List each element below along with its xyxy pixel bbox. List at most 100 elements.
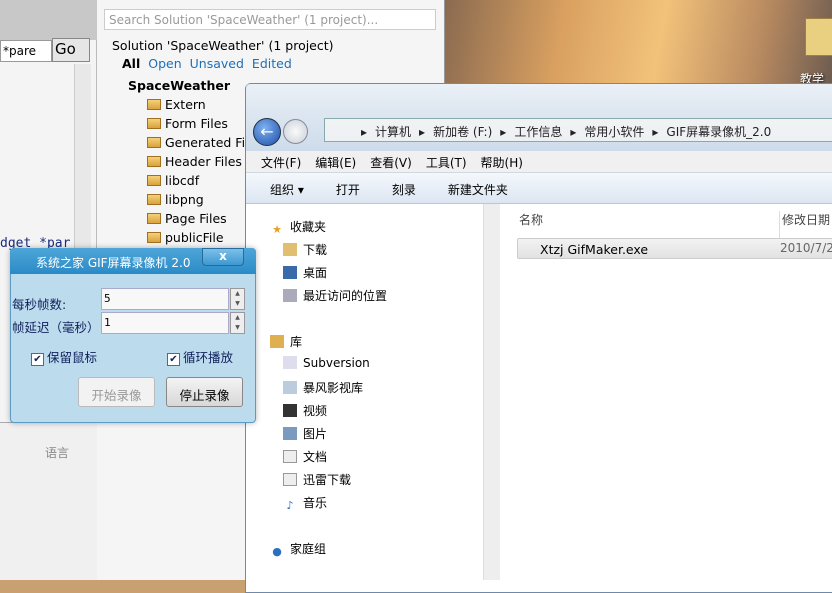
nav-item[interactable]: 暴风影视库 [283, 379, 363, 396]
nav-label: 图片 [303, 427, 328, 441]
nav-scrollbar[interactable] [483, 204, 500, 580]
column-header-name[interactable]: 名称 [519, 211, 543, 228]
new-folder-button[interactable]: 新建文件夹 [448, 183, 508, 197]
video-icon [283, 404, 297, 417]
nav-item[interactable]: 文档 [283, 448, 327, 465]
delay-input[interactable]: 1 [101, 312, 229, 334]
nav-label: 视频 [303, 404, 328, 418]
folder-icon [147, 156, 161, 167]
folder-icon [147, 213, 161, 224]
folder-label: Page Files [165, 211, 227, 226]
fps-label: 每秒帧数: [12, 297, 67, 312]
nav-label: 暴风影视库 [303, 381, 364, 395]
breadcrumb-item[interactable]: 新加卷 (F:) [433, 125, 492, 139]
member-dropdown[interactable]: *pare [0, 40, 52, 62]
close-button[interactable]: x [202, 248, 244, 266]
fps-spinner[interactable]: ▲ ▼ [230, 288, 245, 310]
filter-unsaved[interactable]: Unsaved [190, 56, 244, 71]
nav-item[interactable]: ♪ 音乐 [283, 494, 327, 512]
thunder-download-icon [283, 473, 297, 486]
nav-favorites[interactable]: ★ 收藏夹 [270, 218, 326, 236]
nav-homegroup[interactable]: ● 家庭组 [270, 540, 326, 558]
breadcrumb-item[interactable]: GIF屏幕录像机_2.0 [666, 125, 771, 139]
keep-cursor-checkbox[interactable]: ✔ 保留鼠标 [31, 347, 97, 366]
start-recording-button[interactable]: 开始录像 [78, 377, 155, 407]
folder-item[interactable]: libpng [147, 192, 204, 207]
folder-icon [147, 118, 161, 129]
checkbox-label: 循环播放 [183, 350, 234, 365]
menu-view[interactable]: 查看(V) [370, 156, 412, 170]
folder-label: publicFile [165, 230, 224, 245]
star-icon: ★ [272, 223, 282, 236]
media-library-icon [283, 381, 297, 394]
editor-header [0, 0, 97, 40]
menu-tools[interactable]: 工具(T) [426, 156, 467, 170]
folder-icon [147, 137, 161, 148]
folder-icon [147, 232, 161, 243]
organize-button[interactable]: 组织 ▾ [270, 183, 304, 197]
folder-icon [147, 175, 161, 186]
folder-label: Form Files [165, 116, 228, 131]
folder-item[interactable]: libcdf [147, 173, 199, 188]
music-icon: ♪ [286, 499, 294, 512]
menu-file[interactable]: 文件(F) [261, 156, 301, 170]
nav-label: 家庭组 [290, 542, 327, 556]
nav-label: 收藏夹 [290, 220, 327, 234]
folder-item[interactable]: Form Files [147, 116, 228, 131]
fps-input[interactable]: 5 [101, 288, 229, 310]
solution-node[interactable]: Solution 'SpaceWeather' (1 project) [112, 38, 334, 53]
go-button[interactable]: Go [52, 38, 90, 62]
burn-button[interactable]: 刻录 [392, 183, 416, 197]
downloads-icon [283, 243, 297, 256]
nav-item[interactable]: 迅雷下载 [283, 471, 351, 488]
desktop-folder-icon[interactable] [805, 18, 832, 56]
folder-icon [147, 194, 161, 205]
documents-icon [283, 450, 297, 463]
checkmark-icon: ✔ [31, 353, 44, 366]
breadcrumb-item[interactable]: 常用小软件 [584, 125, 644, 139]
nav-item[interactable]: 最近访问的位置 [283, 287, 387, 304]
breadcrumb-item[interactable]: 计算机 [375, 125, 411, 139]
document-library-icon [283, 356, 297, 369]
nav-libraries[interactable]: 库 [270, 333, 302, 350]
nav-label: 库 [290, 335, 303, 349]
menu-help[interactable]: 帮助(H) [481, 156, 523, 170]
stop-recording-button[interactable]: 停止录像 [166, 377, 243, 407]
folder-item[interactable]: publicFile [147, 230, 224, 245]
open-button[interactable]: 打开 [336, 183, 360, 197]
language-column-header[interactable]: 语言 [45, 444, 69, 461]
filter-all[interactable]: All [122, 56, 140, 71]
menu-edit[interactable]: 编辑(E) [315, 156, 356, 170]
menu-bar: 文件(F) 编辑(E) 查看(V) 工具(T) 帮助(H) [246, 151, 832, 173]
delay-spinner[interactable]: ▲ ▼ [230, 312, 245, 334]
nav-item[interactable]: 下载 [283, 241, 327, 258]
file-name: Xtzj GifMaker.exe [540, 242, 649, 257]
folder-label: libcdf [165, 173, 200, 188]
address-bar[interactable]: ▸ 计算机 ▸ 新加卷 (F:) ▸ 工作信息 ▸ 常用小软件 ▸ GIF屏幕录像机_2.0 [324, 118, 832, 142]
nav-item[interactable]: Subversion [283, 356, 370, 370]
solution-search-input[interactable]: Search Solution 'SpaceWeather' (1 projec… [104, 9, 436, 30]
folder-item[interactable]: Page Files [147, 211, 227, 226]
nav-item[interactable]: 图片 [283, 425, 327, 442]
back-arrow-icon[interactable]: ← [253, 118, 281, 146]
project-node[interactable]: SpaceWeather [128, 78, 230, 93]
nav-label: 下载 [303, 243, 328, 257]
filter-edited[interactable]: Edited [252, 56, 292, 71]
folder-item[interactable]: Header Files [147, 154, 242, 169]
checkbox-label: 保留鼠标 [47, 350, 98, 365]
folder-label: libpng [165, 192, 204, 207]
folder-label: Header Files [165, 154, 242, 169]
forward-arrow-icon[interactable] [283, 119, 308, 144]
folder-item[interactable]: Extern [147, 97, 206, 112]
file-date: 2010/7/2 [780, 241, 832, 255]
nav-item[interactable]: 桌面 [283, 264, 327, 281]
nav-label: 桌面 [303, 266, 328, 280]
command-bar: 组织 ▾ 打开 刻录 新建文件夹 [246, 173, 832, 204]
nav-item[interactable]: 视频 [283, 402, 327, 419]
column-header-date[interactable]: 修改日期 [779, 211, 830, 239]
breadcrumb-item[interactable]: 工作信息 [514, 125, 562, 139]
filter-open[interactable]: Open [148, 56, 181, 71]
loop-checkbox[interactable]: ✔ 循环播放 [167, 347, 233, 366]
recent-places-icon [283, 289, 297, 302]
solution-filters: All Open Unsaved Edited [122, 56, 300, 71]
